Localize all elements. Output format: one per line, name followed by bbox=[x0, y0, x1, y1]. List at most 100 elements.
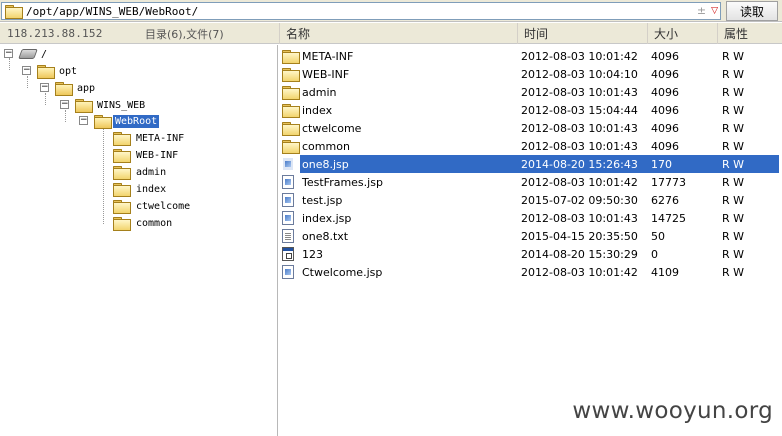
tree-child[interactable]: META-INF bbox=[113, 130, 186, 146]
file-name: test.jsp bbox=[302, 193, 343, 207]
table-row[interactable]: admin 2012-08-03 10:01:43 4096 R W bbox=[279, 83, 779, 101]
plus-minus-icon[interactable]: ± bbox=[697, 4, 706, 17]
tree-node-webroot[interactable]: − WebRoot bbox=[79, 113, 160, 129]
file-time: 2012-08-03 10:04:10 bbox=[521, 67, 638, 81]
folder-icon bbox=[37, 64, 55, 79]
file-attr: R W bbox=[722, 49, 745, 63]
folder-icon bbox=[113, 182, 131, 197]
folder-icon bbox=[113, 148, 131, 163]
file-attr: R W bbox=[722, 265, 745, 279]
file-size: 4096 bbox=[651, 49, 679, 63]
file-size: 4109 bbox=[651, 265, 679, 279]
file-name: Ctwelcome.jsp bbox=[302, 265, 383, 279]
tree-label[interactable]: ctwelcome bbox=[134, 200, 192, 213]
file-attr: R W bbox=[722, 103, 745, 117]
file-name: ctwelcome bbox=[302, 121, 362, 135]
host-info: 118.213.88.152 目录(6),文件(7) bbox=[0, 23, 278, 44]
jsp-file-icon bbox=[282, 265, 294, 279]
file-size: 50 bbox=[651, 229, 665, 243]
table-row[interactable]: test.jsp 2015-07-02 09:50:30 6276 R W bbox=[279, 191, 779, 209]
icon-cell bbox=[282, 155, 298, 173]
column-header-time[interactable]: 时间 bbox=[517, 23, 647, 44]
collapse-icon[interactable]: − bbox=[79, 116, 88, 125]
table-row[interactable]: one8.jsp 2014-08-20 15:26:43 170 R W bbox=[282, 155, 779, 173]
icon-cell bbox=[282, 83, 300, 101]
file-size: 6276 bbox=[651, 193, 679, 207]
collapse-icon[interactable]: − bbox=[40, 83, 49, 92]
column-header-name[interactable]: 名称 bbox=[279, 23, 517, 44]
icon-cell bbox=[282, 137, 300, 155]
file-time: 2015-04-15 20:35:50 bbox=[521, 229, 638, 243]
file-list: META-INF 2012-08-03 10:01:42 4096 R W WEB-IN… bbox=[279, 45, 782, 436]
file-attr: R W bbox=[722, 157, 745, 171]
table-row[interactable]: common 2012-08-03 10:01:43 4096 R W bbox=[279, 137, 779, 155]
tree-label[interactable]: admin bbox=[134, 166, 168, 179]
tree-child[interactable]: ctwelcome bbox=[113, 198, 192, 214]
tree-label-selected[interactable]: WebRoot bbox=[113, 114, 160, 128]
tree-child[interactable]: WEB-INF bbox=[113, 147, 180, 163]
table-row[interactable]: ctwelcome 2012-08-03 10:01:43 4096 R W bbox=[279, 119, 779, 137]
table-row[interactable]: one8.txt 2015-04-15 20:35:50 50 R W bbox=[279, 227, 779, 245]
table-row[interactable]: META-INF 2012-08-03 10:01:42 4096 R W bbox=[279, 47, 779, 65]
chevron-down-icon[interactable]: ▽ bbox=[711, 6, 718, 16]
file-attr: R W bbox=[722, 67, 745, 81]
file-time: 2012-08-03 10:01:42 bbox=[521, 49, 638, 63]
table-row[interactable]: index.jsp 2012-08-03 10:01:43 14725 R W bbox=[279, 209, 779, 227]
tree-node-opt[interactable]: − opt bbox=[22, 63, 79, 79]
file-size: 0 bbox=[651, 247, 658, 261]
file-name: META-INF bbox=[302, 49, 354, 63]
file-time: 2012-08-03 10:01:42 bbox=[521, 265, 638, 279]
tree-child[interactable]: admin bbox=[113, 164, 168, 180]
file-name: TestFrames.jsp bbox=[302, 175, 383, 189]
folder-icon bbox=[113, 199, 131, 214]
file-name: index.jsp bbox=[302, 211, 352, 225]
path-text[interactable]: /opt/app/WINS_WEB/WebRoot/ bbox=[26, 5, 198, 18]
table-row[interactable]: TestFrames.jsp 2012-08-03 10:01:42 17773 R … bbox=[279, 173, 779, 191]
tree-child[interactable]: common bbox=[113, 215, 174, 231]
table-row[interactable]: Ctwelcome.jsp 2012-08-03 10:01:42 4109 R W bbox=[279, 263, 779, 281]
tree-node-wins-web[interactable]: − WINS_WEB bbox=[60, 97, 147, 113]
exe-file-icon bbox=[282, 247, 294, 261]
tree-label[interactable]: / bbox=[39, 48, 49, 61]
collapse-icon[interactable]: − bbox=[60, 100, 69, 109]
table-row[interactable]: WEB-INF 2012-08-03 10:04:10 4096 R W bbox=[279, 65, 779, 83]
file-time: 2012-08-03 10:01:43 bbox=[521, 85, 638, 99]
file-attr: R W bbox=[722, 175, 745, 189]
tree-child[interactable]: index bbox=[113, 181, 168, 197]
icon-cell bbox=[282, 263, 298, 281]
tree-label[interactable]: WEB-INF bbox=[134, 149, 180, 162]
table-row[interactable]: 123 2014-08-20 15:30:29 0 R W bbox=[279, 245, 779, 263]
column-header-attr[interactable]: 属性 bbox=[717, 23, 782, 44]
tree-label[interactable]: opt bbox=[57, 65, 79, 78]
read-button[interactable]: 读取 bbox=[726, 1, 778, 21]
icon-cell bbox=[282, 191, 298, 209]
icon-cell bbox=[282, 101, 300, 119]
file-name: WEB-INF bbox=[302, 67, 350, 81]
folder-icon bbox=[75, 98, 93, 113]
file-name: 123 bbox=[302, 247, 323, 261]
folder-icon bbox=[5, 4, 23, 19]
tree-label[interactable]: META-INF bbox=[134, 132, 186, 145]
folder-icon bbox=[113, 165, 131, 180]
file-attr: R W bbox=[722, 85, 745, 99]
file-time: 2014-08-20 15:26:43 bbox=[521, 157, 638, 171]
folder-icon bbox=[282, 49, 300, 64]
folder-icon bbox=[282, 139, 300, 154]
file-time: 2012-08-03 10:01:43 bbox=[521, 139, 638, 153]
table-row[interactable]: index 2012-08-03 15:04:44 4096 R W bbox=[279, 101, 779, 119]
txt-file-icon bbox=[282, 229, 294, 243]
tree-label[interactable]: app bbox=[75, 82, 97, 95]
folder-icon bbox=[55, 81, 73, 96]
file-time: 2015-07-02 09:50:30 bbox=[521, 193, 638, 207]
folder-icon bbox=[282, 67, 300, 82]
tree-node-app[interactable]: − app bbox=[40, 80, 97, 96]
tree-label[interactable]: WINS_WEB bbox=[95, 99, 147, 112]
collapse-icon[interactable]: − bbox=[22, 66, 31, 75]
tree-root[interactable]: − / bbox=[4, 46, 49, 62]
tree-label[interactable]: common bbox=[134, 217, 174, 230]
collapse-icon[interactable]: − bbox=[4, 49, 13, 58]
path-input[interactable]: /opt/app/WINS_WEB/WebRoot/ ± ▽ bbox=[1, 2, 721, 20]
column-header-size[interactable]: 大小 bbox=[647, 23, 717, 44]
file-attr: R W bbox=[722, 247, 745, 261]
tree-label[interactable]: index bbox=[134, 183, 168, 196]
